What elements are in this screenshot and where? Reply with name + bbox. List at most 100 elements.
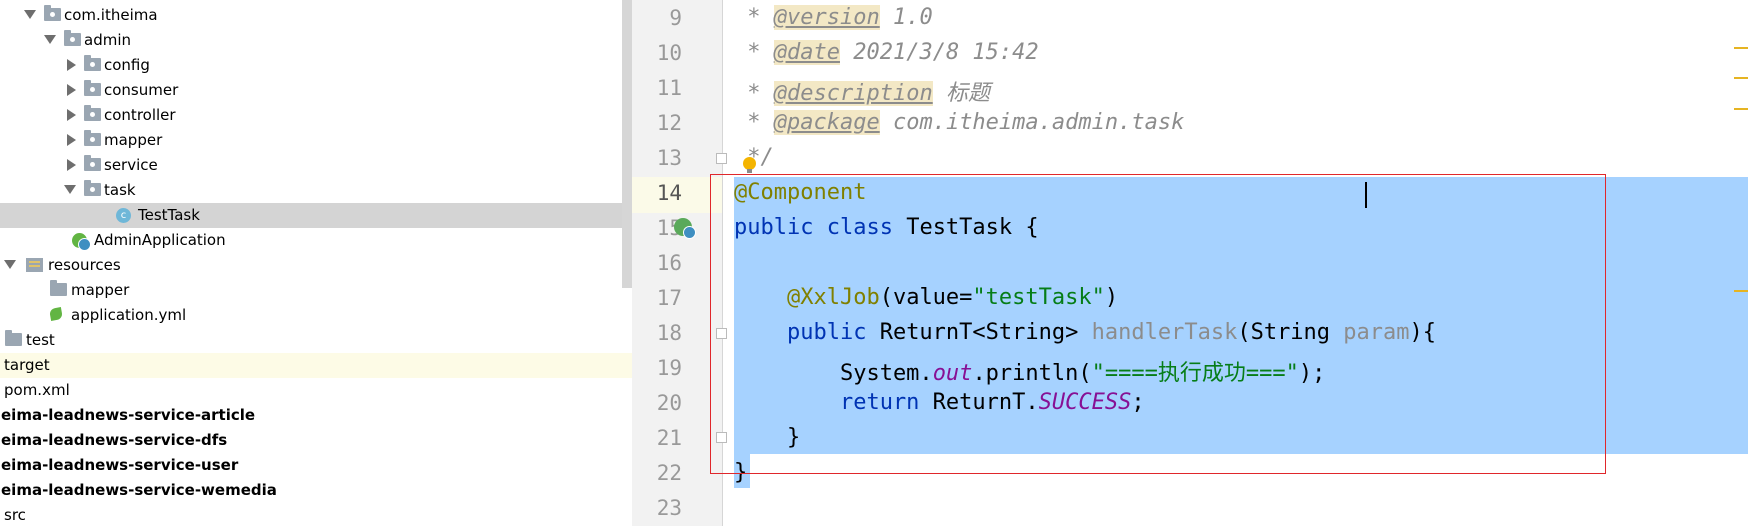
tree-item-label: mapper: [104, 131, 163, 149]
fold-marker-icon[interactable]: [716, 432, 727, 443]
package-icon: [84, 80, 101, 96]
tree-item-label: service: [104, 156, 158, 174]
collapsed-arrow-icon[interactable]: [67, 84, 76, 96]
java-class-icon: c: [116, 208, 131, 223]
code-line-9: * @version 1.0: [734, 5, 933, 30]
tree-item-label: eima-leadnews-service-article: [1, 406, 256, 424]
fold-marker-icon[interactable]: [716, 328, 727, 339]
tree-item-label: src: [4, 506, 26, 524]
tree-item-pom-xml[interactable]: pom.xml: [0, 378, 632, 403]
code-line-19: System.out.println("====执行成功===");: [734, 361, 1326, 386]
tree-item-label: task: [104, 181, 136, 199]
tree-item-admin[interactable]: admin: [0, 28, 632, 53]
package-icon: [84, 55, 101, 71]
tree-item-consumer[interactable]: consumer: [0, 78, 632, 103]
tree-item-task[interactable]: task: [0, 178, 632, 203]
line-number: 9: [669, 6, 682, 30]
line-number: 11: [656, 76, 682, 100]
collapsed-arrow-icon[interactable]: [67, 134, 76, 146]
tree-item-label: com.itheima: [64, 6, 158, 24]
tree-item-config[interactable]: config: [0, 53, 632, 78]
gutter-divider: [722, 0, 723, 526]
code-line-20: return ReturnT.SUCCESS;: [734, 390, 1145, 415]
spring-boot-class-icon: [72, 233, 91, 251]
tree-item-label: eima-leadnews-service-wemedia: [1, 481, 277, 499]
lightbulb-icon[interactable]: [743, 157, 756, 173]
code-line-12: * @package com.itheima.admin.task: [734, 110, 1185, 135]
tree-item-label: TestTask: [138, 206, 200, 224]
tree-item-module-user[interactable]: eima-leadnews-service-user: [0, 453, 632, 478]
tree-item-adminapplication[interactable]: AdminApplication: [0, 228, 632, 253]
tree-item-application-yml[interactable]: application.yml: [0, 303, 632, 328]
code-line-22: }: [734, 460, 748, 485]
tree-item-label: consumer: [104, 81, 179, 99]
line-number: 13: [656, 146, 682, 170]
tree-item-test[interactable]: test: [0, 328, 632, 353]
expanded-arrow-icon[interactable]: [64, 185, 76, 194]
tree-item-label: AdminApplication: [94, 231, 226, 249]
package-icon: [44, 5, 61, 21]
spring-config-icon: [49, 307, 63, 321]
tree-item-src[interactable]: src: [0, 503, 632, 526]
code-line-15: public class TestTask {: [734, 215, 1039, 240]
tree-item-label: pom.xml: [4, 381, 70, 399]
line-number: 10: [656, 41, 682, 65]
tree-item-testtask[interactable]: c TestTask: [0, 203, 632, 228]
line-number: 19: [656, 356, 682, 380]
expanded-arrow-icon[interactable]: [24, 10, 36, 19]
tree-item-module-article[interactable]: eima-leadnews-service-article: [0, 403, 632, 428]
error-stripe-marker[interactable]: [1734, 290, 1748, 292]
line-number: 16: [656, 251, 682, 275]
folder-icon: [50, 280, 67, 296]
line-number: 22: [656, 461, 682, 485]
project-tree: com.itheima admin config consumer contro…: [0, 0, 632, 526]
tree-item-module-wemedia[interactable]: eima-leadnews-service-wemedia: [0, 478, 632, 503]
tree-item-module-dfs[interactable]: eima-leadnews-service-dfs: [0, 428, 632, 453]
tree-item-label: eima-leadnews-service-user: [1, 456, 239, 474]
tree-item-mapper[interactable]: mapper: [0, 128, 632, 153]
tree-item-service[interactable]: service: [0, 153, 632, 178]
collapsed-arrow-icon[interactable]: [67, 109, 76, 121]
tree-item-label: test: [26, 331, 55, 349]
error-stripe-marker[interactable]: [1734, 108, 1748, 110]
spring-bean-gutter-icon[interactable]: [674, 218, 696, 239]
code-editor[interactable]: 9 10 11 12 13 14 15 16 17 18 19 20 21 22…: [632, 0, 1748, 526]
tree-item-target[interactable]: target: [0, 353, 632, 378]
tree-item-label: eima-leadnews-service-dfs: [1, 431, 228, 449]
package-icon: [84, 180, 101, 196]
collapsed-arrow-icon[interactable]: [67, 59, 76, 71]
tree-item-controller[interactable]: controller: [0, 103, 632, 128]
tree-item-label: config: [104, 56, 150, 74]
expanded-arrow-icon[interactable]: [4, 260, 16, 269]
tree-item-label: admin: [84, 31, 131, 49]
expanded-arrow-icon[interactable]: [44, 35, 56, 44]
code-line-11: * @description 标题: [734, 81, 990, 106]
collapsed-arrow-icon[interactable]: [67, 159, 76, 171]
package-icon: [84, 130, 101, 146]
tree-item-label: controller: [104, 106, 176, 124]
error-stripe-marker[interactable]: [1734, 77, 1748, 79]
code-line-18: public ReturnT<String> handlerTask(Strin…: [734, 320, 1437, 345]
code-line-17: @XxlJob(value="testTask"): [734, 285, 1119, 310]
tree-item-label: resources: [48, 256, 121, 274]
code-line-21: }: [734, 425, 801, 450]
resources-folder-icon: [26, 258, 43, 272]
tree-item-label: target: [4, 356, 50, 374]
error-stripe-marker[interactable]: [1734, 47, 1748, 49]
line-number: 17: [656, 286, 682, 310]
line-number: 23: [656, 496, 682, 520]
line-number: 20: [656, 391, 682, 415]
package-icon: [84, 155, 101, 171]
tree-item-resources[interactable]: resources: [0, 253, 632, 278]
tree-item-com-itheima[interactable]: com.itheima: [0, 3, 632, 28]
package-icon: [64, 30, 81, 46]
code-line-14: @Component: [734, 180, 867, 205]
folder-icon: [5, 330, 22, 346]
line-number: 12: [656, 111, 682, 135]
tree-scrollbar[interactable]: [622, 0, 632, 288]
text-caret: [1365, 182, 1367, 208]
line-number: 14: [656, 181, 682, 205]
fold-marker-icon[interactable]: [716, 153, 727, 164]
line-number: 21: [656, 426, 682, 450]
tree-item-mapper-resources[interactable]: mapper: [0, 278, 632, 303]
